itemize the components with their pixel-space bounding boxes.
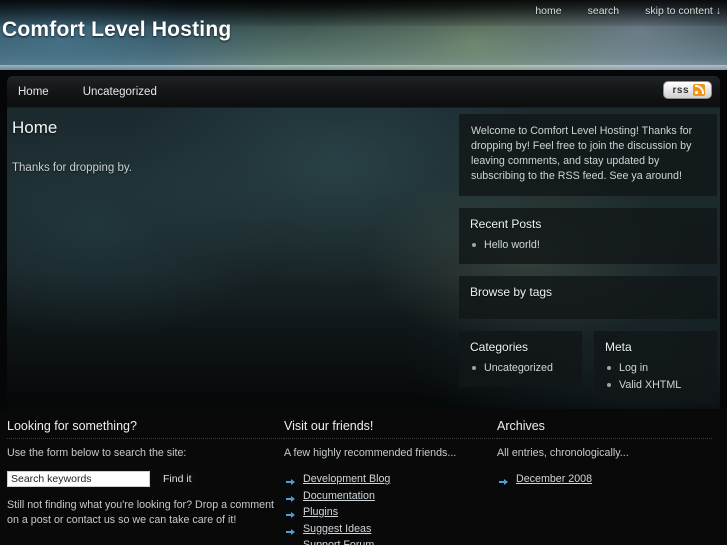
archives-link-list: December 2008 bbox=[497, 471, 712, 488]
arrow-right-icon bbox=[499, 475, 508, 485]
site-footer: Looking for something? Use the form belo… bbox=[0, 409, 727, 545]
footer-column-search: Looking for something? Use the form belo… bbox=[7, 419, 284, 545]
friend-link-support-forum[interactable]: Support Forum bbox=[303, 539, 374, 545]
footer-friends-intro: A few highly recommended friends... bbox=[284, 447, 457, 459]
arrow-right-icon bbox=[286, 475, 295, 485]
site-header: Comfort Level Hosting home search skip t… bbox=[0, 0, 727, 70]
friend-link-development-blog[interactable]: Development Blog bbox=[303, 473, 390, 485]
footer-search-outro: Still not finding what you're looking fo… bbox=[7, 499, 274, 526]
recent-post-link-hello-world[interactable]: Hello world! bbox=[484, 239, 540, 251]
categories-list: Uncategorized bbox=[470, 360, 571, 377]
meta-link-log-in[interactable]: Log in bbox=[619, 362, 648, 374]
nav-item-home[interactable]: Home bbox=[12, 86, 55, 98]
widget-categories-title: Categories bbox=[470, 340, 529, 354]
friend-link-suggest-ideas[interactable]: Suggest Ideas bbox=[303, 523, 371, 535]
list-item: Log in bbox=[605, 360, 706, 377]
page-root: Comfort Level Hosting home search skip t… bbox=[0, 0, 727, 545]
header-bottom-highlight bbox=[0, 65, 727, 70]
list-item: Development Blog bbox=[284, 471, 497, 488]
arrow-right-icon bbox=[286, 525, 295, 535]
rss-button[interactable]: rss bbox=[663, 81, 712, 99]
nav-item-uncategorized[interactable]: Uncategorized bbox=[77, 86, 163, 98]
welcome-text: Welcome to Comfort Level Hosting! Thanks… bbox=[471, 125, 693, 182]
widget-tags-title: Browse by tags bbox=[470, 285, 553, 299]
search-form: Find it bbox=[7, 471, 284, 487]
search-input[interactable] bbox=[7, 471, 150, 487]
list-item: Uncategorized bbox=[470, 360, 571, 377]
widget-meta: Meta Log in Valid XHTML bbox=[594, 331, 717, 404]
widget-recent-posts: Recent Posts Hello world! bbox=[459, 208, 717, 264]
meta-link-valid-xhtml[interactable]: Valid XHTML bbox=[619, 379, 681, 391]
footer-friends-title: Visit our friends! bbox=[284, 419, 497, 439]
main-menu: Home Uncategorized bbox=[12, 76, 163, 108]
top-nav-search[interactable]: search bbox=[588, 5, 620, 17]
top-navigation: home search skip to content ↓ bbox=[535, 5, 721, 17]
archive-link-december-2008[interactable]: December 2008 bbox=[516, 473, 592, 485]
widget-recent-posts-title: Recent Posts bbox=[470, 217, 542, 231]
footer-archives-intro: All entries, chronologically... bbox=[497, 447, 629, 459]
meta-list: Log in Valid XHTML bbox=[605, 360, 706, 394]
widget-welcome: Welcome to Comfort Level Hosting! Thanks… bbox=[459, 114, 717, 196]
rss-icon bbox=[693, 84, 705, 96]
list-item: Documentation bbox=[284, 488, 497, 505]
arrow-right-icon bbox=[286, 508, 295, 518]
top-nav-skip-to-content[interactable]: skip to content ↓ bbox=[645, 5, 721, 17]
search-submit-button[interactable]: Find it bbox=[159, 471, 196, 487]
list-item: December 2008 bbox=[497, 471, 712, 488]
top-nav-home[interactable]: home bbox=[535, 5, 561, 17]
friend-link-plugins[interactable]: Plugins bbox=[303, 506, 338, 518]
list-item: Suggest Ideas bbox=[284, 521, 497, 538]
sidebar-widget-row: Categories Uncategorized Meta Log in Val… bbox=[459, 331, 717, 404]
footer-column-friends: Visit our friends! A few highly recommen… bbox=[284, 419, 497, 545]
widget-categories: Categories Uncategorized bbox=[459, 331, 582, 387]
widget-browse-by-tags: Browse by tags bbox=[459, 276, 717, 319]
footer-search-title: Looking for something? bbox=[7, 419, 284, 439]
friend-link-documentation[interactable]: Documentation bbox=[303, 490, 375, 502]
content-column: Home Thanks for dropping by. bbox=[12, 114, 452, 174]
arrow-right-icon bbox=[286, 541, 295, 545]
footer-search-intro: Use the form below to search the site: bbox=[7, 447, 187, 459]
site-title: Comfort Level Hosting bbox=[2, 18, 232, 41]
page-body-text: Thanks for dropping by. bbox=[12, 162, 132, 174]
widget-meta-title: Meta bbox=[605, 340, 632, 354]
sidebar: Welcome to Comfort Level Hosting! Thanks… bbox=[459, 114, 717, 404]
main-area: Home Thanks for dropping by. Welcome to … bbox=[7, 108, 720, 409]
list-item: Valid XHTML bbox=[605, 377, 706, 394]
category-link-uncategorized[interactable]: Uncategorized bbox=[484, 362, 553, 374]
friends-link-list: Development Blog Documentation Plugins S… bbox=[284, 471, 497, 545]
rss-button-label: rss bbox=[672, 84, 689, 96]
footer-column-archives: Archives All entries, chronologically...… bbox=[497, 419, 712, 545]
recent-posts-list: Hello world! bbox=[470, 237, 706, 254]
list-item: Hello world! bbox=[470, 237, 706, 254]
list-item: Support Forum bbox=[284, 537, 497, 545]
arrow-right-icon bbox=[286, 492, 295, 502]
footer-archives-title: Archives bbox=[497, 419, 712, 439]
page-title: Home bbox=[12, 118, 58, 137]
main-navigation-bar: Home Uncategorized rss bbox=[7, 76, 720, 108]
footer-columns: Looking for something? Use the form belo… bbox=[7, 419, 720, 545]
list-item: Plugins bbox=[284, 504, 497, 521]
